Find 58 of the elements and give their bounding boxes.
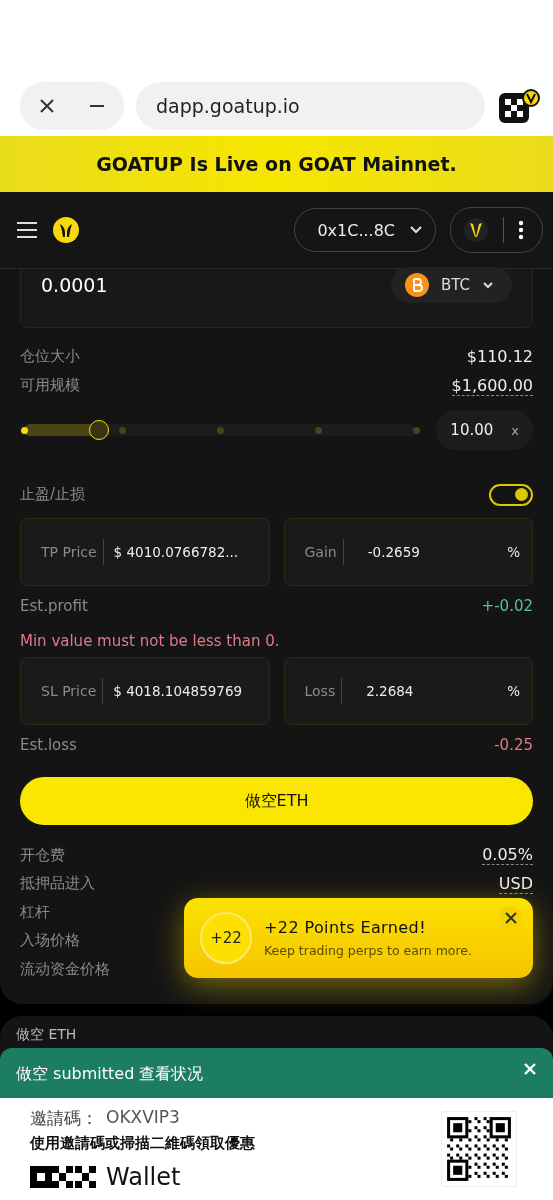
- invite-code: OKXVIP3: [106, 1106, 180, 1129]
- chevron-down-icon: [482, 281, 494, 289]
- code-label: 邀請碼：: [30, 1106, 98, 1130]
- goat-logo-icon[interactable]: [463, 217, 489, 243]
- percent-field[interactable]: Loss 2.2684 %: [283, 657, 533, 725]
- row-value: $110.12: [466, 347, 533, 366]
- close-button[interactable]: [499, 905, 523, 930]
- tpsl-toggle[interactable]: [489, 483, 533, 506]
- qr-code-icon: [441, 1110, 517, 1187]
- detail-value: USD: [498, 873, 533, 894]
- toast-title: +22 Points Earned!: [264, 917, 427, 937]
- url-bar[interactable]: dapp.goatup.io: [136, 82, 485, 130]
- percent-field[interactable]: Gain -0.2659 %: [283, 518, 533, 586]
- detail-label: 杠杆: [20, 902, 50, 922]
- error-message: Min value must not be less than 0.: [20, 632, 281, 650]
- slider-thumb[interactable]: [88, 420, 109, 440]
- ad-message: 使用邀請碼或掃描二維碼領取優惠: [30, 1133, 255, 1153]
- tpsl-label: 止盈/止损: [20, 485, 86, 504]
- slider-step-dot[interactable]: [21, 427, 28, 434]
- slider-step-dot[interactable]: [119, 427, 127, 434]
- row-label: 可用规模: [20, 376, 80, 395]
- price-field[interactable]: TP Price $ 4010.0766782...: [20, 518, 270, 586]
- short-button[interactable]: 做空ETH: [20, 777, 533, 825]
- price-field[interactable]: SL Price $ 4018.104859769: [20, 657, 270, 725]
- slider-step-dot[interactable]: [413, 427, 421, 434]
- detail-value: 0.05%: [482, 845, 533, 866]
- more-icon[interactable]: [518, 220, 524, 240]
- bitcoin-icon: [404, 273, 429, 297]
- app-icon[interactable]: [497, 89, 541, 123]
- close-icon[interactable]: [523, 1061, 537, 1076]
- estimate-value: -0.25: [494, 735, 533, 754]
- wallet-address-button[interactable]: 0x1C...8C: [294, 208, 436, 252]
- slider-step-dot[interactable]: [315, 427, 323, 434]
- chevron-down-icon: [409, 225, 423, 235]
- close-icon[interactable]: [38, 97, 56, 115]
- estimate-label: Est.loss: [20, 735, 77, 754]
- brand-name: Wallet: [106, 1162, 181, 1191]
- row-value: $1,600.00: [451, 375, 533, 396]
- estimate-value: +-0.02: [481, 596, 533, 615]
- okx-logo-icon: [30, 1165, 96, 1188]
- amount-field[interactable]: 0.0001 BTC: [20, 269, 533, 328]
- announcement-banner: GOATUP Is Live on GOAT Mainnet.: [0, 136, 553, 192]
- detail-label: 抵押品进入: [20, 874, 95, 894]
- toast-text: 做空 submitted 查看状况: [16, 1063, 204, 1085]
- detail-label: 入场价格: [20, 931, 80, 951]
- slider-step-dot[interactable]: [217, 427, 225, 434]
- logo-icon[interactable]: [52, 216, 80, 244]
- points-badge: +22: [200, 911, 252, 964]
- detail-label: 开仓费: [20, 845, 65, 865]
- estimate-label: Est.profit: [20, 596, 88, 615]
- row-label: 仓位大小: [20, 347, 80, 366]
- menu-icon[interactable]: [16, 221, 38, 239]
- token-selector[interactable]: BTC: [390, 267, 512, 303]
- position-title: 做空 ETH: [16, 1025, 77, 1042]
- leverage-field[interactable]: 10.00 x: [436, 410, 533, 450]
- toast-message: Keep trading perps to earn more.: [264, 942, 474, 958]
- detail-label: 流动资金价格: [20, 959, 110, 979]
- close-icon: [504, 910, 518, 925]
